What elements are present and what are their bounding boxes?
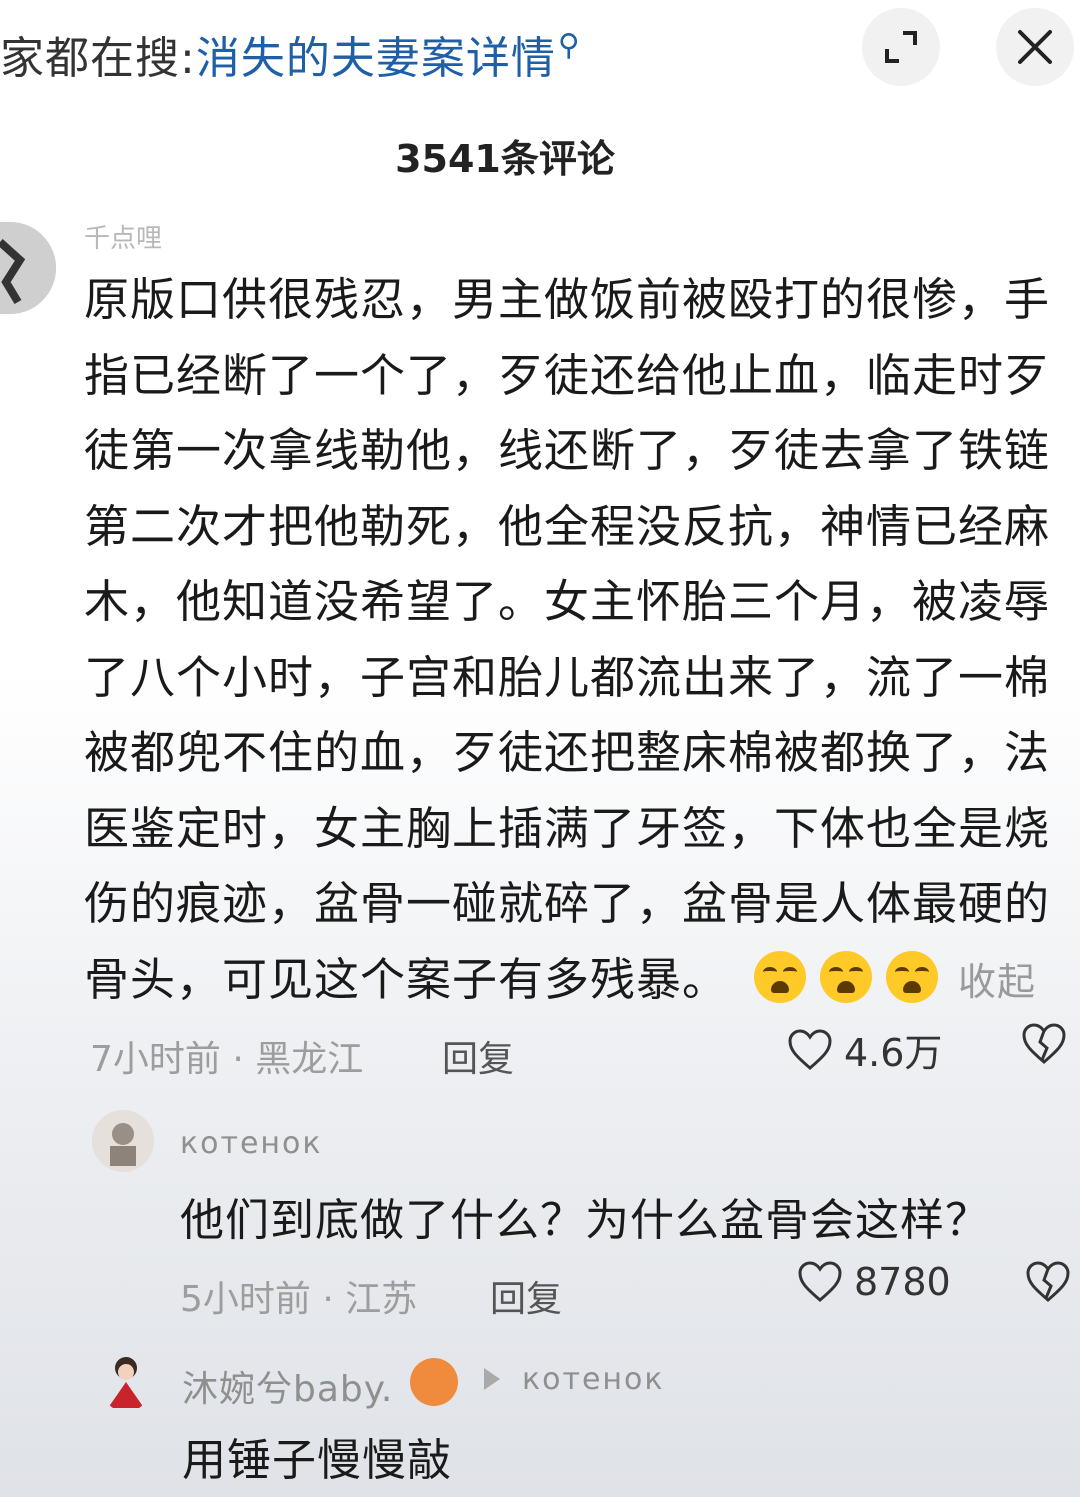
broken-heart-icon [1022, 1023, 1066, 1064]
dislike-button[interactable] [1024, 1260, 1072, 1308]
comment-text: 原版口供很残忍，男主做饭前被殴打的很惨，手指已经断了一个了，歹徒还给他止血，临走… [84, 273, 1051, 1006]
reply-username[interactable]: 沐婉兮baby. [182, 1360, 393, 1412]
search-hint-prefix: 家都在搜: [0, 33, 196, 84]
like-button[interactable]: 8780 [796, 1260, 951, 1304]
expand-icon [885, 31, 917, 63]
avatar[interactable] [92, 1110, 154, 1172]
broken-heart-icon [1026, 1261, 1070, 1302]
heart-icon [788, 1028, 832, 1070]
collapse-link[interactable]: 收起 [958, 960, 1036, 1004]
top-bar: 家都在搜:消失的夫妻案详情⚲ [0, 0, 1080, 100]
reply-text: 他们到底做了什么？为什么盆骨会这样？ [180, 1195, 990, 1246]
crying-emoji-icon [754, 950, 807, 1003]
like-count: 8780 [854, 1260, 951, 1304]
reply-text: 用锤子慢慢敲 [182, 1435, 452, 1486]
search-hint-query[interactable]: 消失的夫妻案详情 [196, 33, 556, 84]
search-icon[interactable]: ⚲ [558, 28, 581, 63]
reply-button[interactable]: 回复 [490, 1270, 562, 1322]
avatar[interactable] [100, 1352, 152, 1412]
trending-search-hint[interactable]: 家都在搜:消失的夫妻案详情⚲ [0, 22, 581, 86]
comment-body: 原版口供很残忍，男主做饭前被殴打的很惨，手指已经断了一个了，歹徒还给他止血，临走… [84, 262, 1054, 1020]
like-button[interactable]: 4.6万 [786, 1022, 942, 1077]
reply-arrow-icon [484, 1368, 500, 1390]
expand-button[interactable] [862, 8, 940, 86]
avatar-image-icon [0, 222, 56, 314]
crying-emoji-icon [886, 950, 939, 1003]
avatar-image-icon [108, 1357, 144, 1408]
heart-icon [798, 1261, 842, 1302]
avatar-image-icon [92, 1110, 154, 1172]
crying-emoji-icon [820, 950, 873, 1003]
emoji-row [754, 950, 952, 1006]
comment-username[interactable]: 千点哩 [84, 218, 162, 255]
dislike-button[interactable] [1020, 1022, 1068, 1070]
like-count: 4.6万 [844, 1031, 943, 1075]
close-button[interactable] [996, 8, 1074, 86]
peach-emoji-icon [410, 1358, 458, 1406]
reply-username[interactable]: котенок [180, 1126, 323, 1161]
avatar[interactable] [0, 222, 56, 314]
comment-meta: 7小时前 · 黑龙江 [90, 1039, 364, 1080]
comment-count-title: 3541条评论 [395, 137, 615, 181]
reply-to-username[interactable]: котенок [522, 1362, 665, 1397]
close-icon [1018, 30, 1052, 64]
reply-meta: 5小时前 · 江苏 [180, 1279, 418, 1320]
reply-button[interactable]: 回复 [442, 1030, 514, 1082]
